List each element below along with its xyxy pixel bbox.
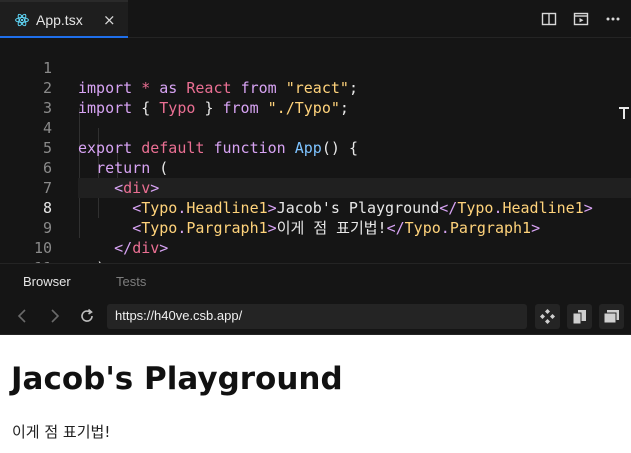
editor-tab-bar: App.tsx × [0, 0, 631, 38]
tab-browser[interactable]: Browser [23, 274, 71, 289]
url-input[interactable]: https://h40ve.csb.app/ [107, 304, 527, 329]
open-new-window-button[interactable] [599, 304, 624, 329]
code-line: 9 </div> [42, 219, 169, 257]
more-icon[interactable] [605, 11, 621, 27]
refresh-icon[interactable] [78, 307, 96, 325]
forward-icon[interactable] [45, 307, 63, 325]
split-view-icon[interactable] [541, 11, 557, 27]
tab-tests[interactable]: Tests [116, 274, 146, 289]
close-tab-icon[interactable]: × [103, 11, 116, 29]
code-editor[interactable]: 1 import * as React from "react"; 2 impo… [0, 38, 631, 297]
code-line: 11 } [0, 238, 631, 297]
code-line: 6 <div> [42, 159, 160, 197]
code-line: 3 [42, 99, 52, 117]
code-line: 5 return ( [42, 139, 169, 177]
text-cursor-icon [619, 107, 629, 119]
page-paragraph: 이게 점 표기법! [12, 423, 111, 441]
code-line: 1 import * as React from "react"; [42, 59, 358, 97]
preview-icon[interactable] [573, 11, 589, 27]
copy-button[interactable] [567, 304, 592, 329]
preview-page: Jacob's Playground 이게 점 표기법! [0, 335, 631, 453]
window-icon [603, 310, 619, 324]
file-tab-label: App.tsx [36, 12, 83, 28]
url-text: https://h40ve.csb.app/ [115, 308, 243, 323]
browser-nav-bar: https://h40ve.csb.app/ [0, 299, 631, 335]
file-tab-app-tsx[interactable]: App.tsx × [0, 0, 128, 38]
page-heading: Jacob's Playground [11, 361, 343, 397]
copy-icon [572, 310, 586, 325]
diamond-tool-icon [540, 309, 555, 324]
react-icon [15, 13, 29, 27]
code-line: 2 import { Typo } from "./Typo"; [42, 79, 349, 117]
code-line-active: 8 <Typo.Pargraph1>이게 점 표기법!</Typo.Pargra… [42, 199, 541, 237]
code-line: 7 <Typo.Headline1>Jacob's Playground</Ty… [42, 179, 593, 217]
preview-tab-bar: Browser Tests [0, 263, 631, 299]
code-line: 10 ); [33, 239, 114, 277]
code-line: 4 export default function App() { [42, 119, 358, 157]
devtools-button[interactable] [535, 304, 560, 329]
back-icon[interactable] [14, 307, 32, 325]
